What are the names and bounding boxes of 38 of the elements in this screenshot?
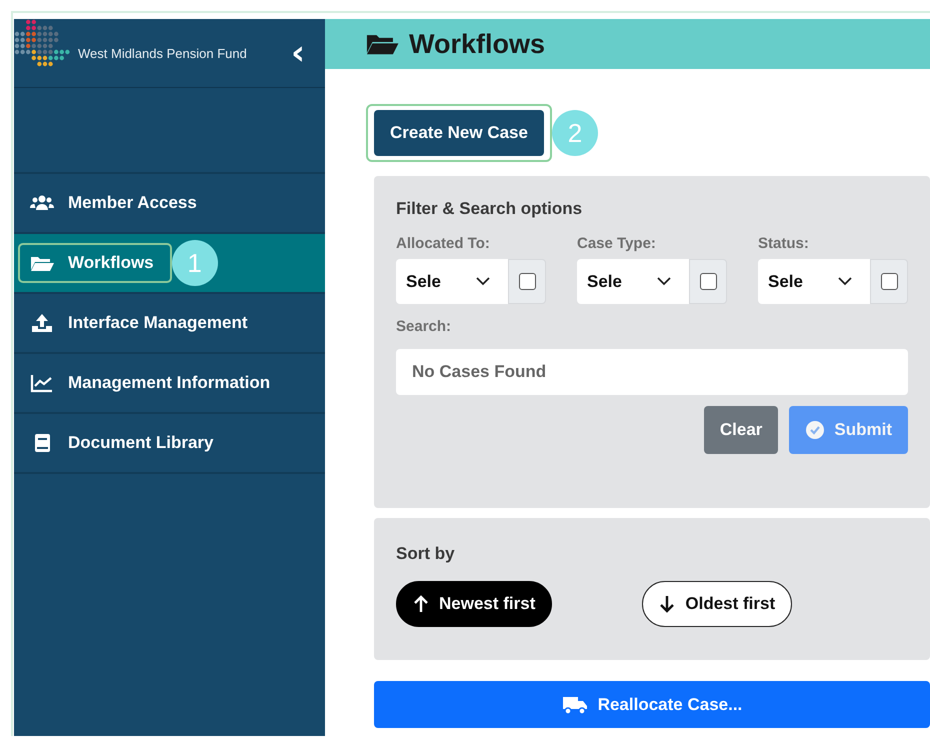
search-field[interactable]: No Cases Found — [396, 349, 908, 395]
upload-icon — [30, 313, 54, 333]
reallocate-button[interactable]: Reallocate Case... — [374, 681, 930, 728]
field-label: Allocated To: — [396, 235, 491, 252]
sort-button[interactable]: Oldest first — [642, 581, 792, 627]
checkbox[interactable] — [700, 273, 716, 290]
users-icon — [30, 193, 54, 213]
chart-icon — [30, 373, 54, 393]
callout-badge: 2 — [552, 110, 598, 156]
field-label: Case Type: — [577, 235, 657, 252]
clear-button[interactable]: Clear — [704, 406, 778, 454]
chevron-icon — [838, 277, 852, 286]
truck-icon — [562, 694, 588, 714]
field-label: Search: — [396, 318, 452, 335]
checkbox[interactable] — [880, 273, 898, 290]
select-field[interactable]: Sele — [396, 259, 508, 304]
page-title: Workflows — [409, 28, 546, 60]
sort-button[interactable]: Newest first — [396, 581, 552, 627]
brand-name: West Midlands Pension Fund — [78, 46, 248, 60]
sidebar-item[interactable]: Management Information — [14, 354, 325, 414]
check-circle-icon — [805, 420, 826, 440]
collapse-button[interactable]: ‹ — [290, 36, 305, 70]
chevron-icon — [657, 277, 671, 286]
arrow-down-icon — [659, 595, 676, 613]
sidebar-item[interactable]: Workflows 1 — [14, 234, 325, 294]
logo-dots-drawing — [14, 19, 72, 67]
panel-title: Filter & Search options — [396, 199, 584, 219]
sidebar-item[interactable]: Document Library — [14, 414, 325, 474]
sidebar-item[interactable]: Interface Management — [14, 294, 325, 354]
panel-title: Sort by — [396, 544, 456, 564]
select-field[interactable]: Sele — [577, 259, 689, 304]
field-label: Status: — [758, 235, 810, 252]
create-case-button[interactable]: Create New Case — [374, 110, 544, 156]
select-field[interactable]: Sele — [758, 259, 870, 304]
arrow-up-icon — [413, 595, 429, 613]
chevron-icon — [476, 277, 490, 286]
checkbox[interactable] — [518, 273, 536, 290]
callout-badge: 1 — [172, 240, 218, 286]
